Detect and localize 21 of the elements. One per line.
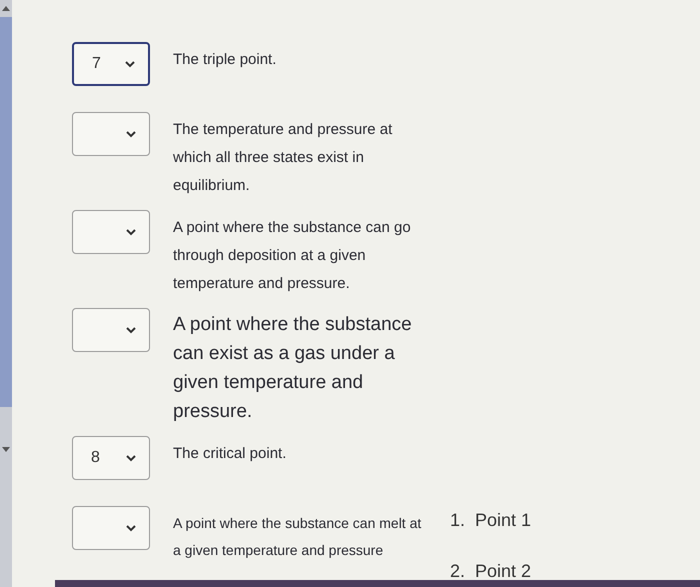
- match-description: A point where the substance can go through deposition at a given temperature and pressure.: [173, 218, 412, 294]
- chevron-down-icon: [125, 524, 137, 532]
- answer-dropdown[interactable]: 8: [72, 436, 150, 480]
- match-description: The temperature and pressure at which all three states exist in equilibrium.: [173, 120, 394, 196]
- chevron-down-icon: [125, 130, 137, 138]
- answer-dropdown[interactable]: [72, 112, 150, 156]
- answer-dropdown[interactable]: [72, 506, 150, 550]
- answer-dropdown[interactable]: [72, 210, 150, 254]
- answer-option: 1. Point 1: [450, 510, 532, 531]
- answer-dropdown[interactable]: [72, 308, 150, 352]
- scrollbar[interactable]: [0, 0, 12, 587]
- answer-dropdown[interactable]: 7: [72, 42, 150, 86]
- match-description: A point where the substance can exist as a gas under a given temperature and pressure.: [173, 313, 413, 424]
- match-description: The critical point.: [173, 444, 288, 464]
- chevron-down-icon: [125, 326, 137, 334]
- match-description: A point where the substance can melt at a given temperature and pressure: [173, 514, 422, 560]
- answer-option: 2. Point 2: [450, 561, 532, 582]
- match-description: The triple point.: [173, 50, 278, 70]
- chevron-down-icon: [125, 454, 137, 462]
- chevron-down-icon: [125, 228, 137, 236]
- chevron-down-icon: [124, 60, 136, 68]
